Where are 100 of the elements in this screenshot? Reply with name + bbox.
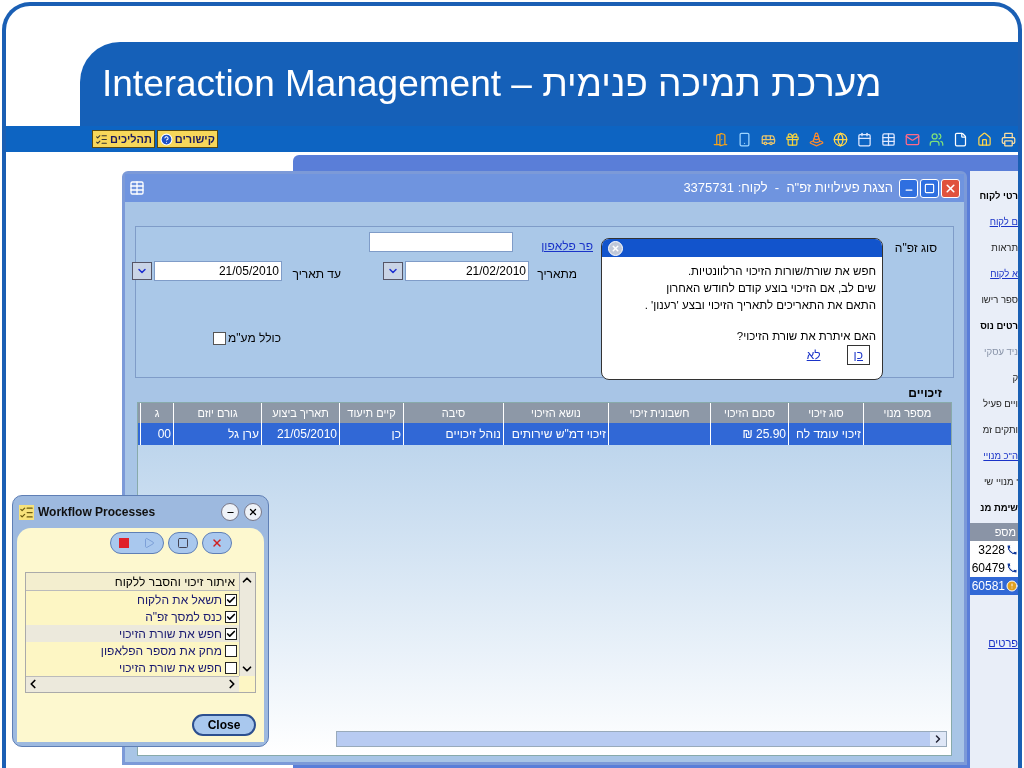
column-header: מספ bbox=[970, 523, 1018, 541]
calendar-icon[interactable] bbox=[857, 131, 872, 147]
play-icon bbox=[142, 537, 155, 549]
checkbox[interactable] bbox=[225, 627, 237, 640]
table-icon[interactable] bbox=[881, 131, 896, 147]
dropdown-button[interactable] bbox=[132, 262, 152, 280]
section-title: זיכויים bbox=[908, 385, 942, 402]
checkbox-label: כולל מע"מ bbox=[228, 330, 281, 347]
house-icon[interactable] bbox=[977, 131, 992, 147]
no-link[interactable]: לא bbox=[806, 346, 821, 364]
process-step[interactable]: חפש את שורת הזיכוי bbox=[26, 659, 239, 676]
vertical-scrollbar[interactable] bbox=[239, 573, 255, 676]
checkbox[interactable] bbox=[225, 661, 237, 674]
step-label: תשאל את הלקוח bbox=[137, 591, 222, 609]
close-button[interactable] bbox=[244, 503, 262, 521]
date-field[interactable]: 21/05/2010 bbox=[154, 261, 282, 281]
close-icon bbox=[611, 243, 620, 253]
checkbox[interactable] bbox=[213, 331, 227, 345]
table-cell: 25.90 ₪ bbox=[710, 423, 788, 445]
gift-icon[interactable] bbox=[785, 131, 800, 147]
phone-icon bbox=[1006, 562, 1018, 574]
toolbar-button[interactable]: קישורים bbox=[156, 130, 218, 148]
minimize-button[interactable] bbox=[221, 503, 239, 521]
process-step[interactable]: תשאל את הלקוח bbox=[26, 591, 239, 608]
side-label: שימת מנ bbox=[980, 501, 1018, 515]
checklist-icon bbox=[19, 504, 34, 520]
cross-icon bbox=[210, 537, 223, 549]
subscriber-number: 60479 bbox=[971, 560, 1005, 577]
close-icon bbox=[248, 507, 258, 517]
side-link[interactable]: ה"כ מנויי bbox=[983, 443, 1018, 469]
globe-icon[interactable] bbox=[833, 131, 848, 147]
slide-title: Interaction Management – מערכת תמיכה פנימית bbox=[102, 62, 882, 107]
delete-button[interactable] bbox=[201, 532, 232, 554]
step-label: כנס למסך זפ"ה bbox=[145, 608, 222, 626]
close-button[interactable]: Close bbox=[192, 714, 256, 736]
save-button[interactable] bbox=[167, 532, 198, 554]
toolbar-button[interactable]: תהליכים bbox=[92, 130, 155, 148]
panel-title: Workflow Processes bbox=[38, 504, 156, 521]
traffic-cone-icon[interactable] bbox=[809, 131, 824, 147]
subscriber-number: 60581 bbox=[971, 578, 1005, 595]
horizontal-scrollbar[interactable] bbox=[336, 731, 947, 747]
table-cell: זיכוי עומד לח bbox=[788, 423, 863, 445]
door-icon[interactable] bbox=[713, 131, 728, 147]
phone-icon[interactable] bbox=[737, 131, 752, 147]
process-step[interactable]: מחק את מספר הפלאפון bbox=[26, 642, 239, 659]
maximize-icon bbox=[924, 182, 935, 194]
side-link[interactable]: א לקוח bbox=[990, 261, 1018, 287]
close-icon bbox=[944, 181, 957, 195]
field-label: עד תאריך bbox=[292, 266, 341, 283]
step-label: חפש את שורת הזיכוי bbox=[119, 625, 222, 643]
date-field[interactable]: 21/02/2010 bbox=[405, 261, 529, 281]
process-title: איתור זיכוי והסבר ללקוח bbox=[26, 573, 239, 591]
subscriber-row[interactable]: 60581 bbox=[970, 577, 1018, 595]
subscriber-number: 3228 bbox=[978, 542, 1005, 559]
phone-link[interactable]: פר פלאפון bbox=[541, 237, 593, 255]
side-label: רטי לקוח bbox=[979, 189, 1018, 203]
side-label: ' מנויי שי bbox=[983, 475, 1018, 489]
side-label: ק bbox=[1012, 371, 1018, 385]
process-step[interactable]: חפש את שורת הזיכוי bbox=[26, 625, 239, 642]
checkbox[interactable] bbox=[225, 593, 237, 606]
hint-question: האם איתרת את שורת הזיכוי? bbox=[735, 329, 876, 344]
table-cell: ערן גל bbox=[173, 423, 261, 445]
table-cell: כן bbox=[339, 423, 403, 445]
phone-field[interactable] bbox=[369, 232, 513, 252]
field-label: סוג זפ"ה bbox=[894, 240, 937, 257]
users-icon[interactable] bbox=[929, 131, 944, 147]
window-title: הצגת פעילויות זפ"ה - לקוח: 3375731 bbox=[683, 179, 893, 198]
dropdown-button[interactable] bbox=[383, 262, 403, 280]
file-icon[interactable] bbox=[953, 131, 968, 147]
hint-text: שים לב, אם הזיכוי בוצע קודם לחודש האחרון bbox=[665, 281, 876, 296]
side-label: ניד עסקי bbox=[984, 345, 1018, 359]
step-label: מחק את מספר הפלאפון bbox=[100, 642, 222, 660]
field-label: מתאריך bbox=[537, 266, 577, 283]
subscriber-row[interactable]: 3228 bbox=[970, 541, 1018, 559]
process-step[interactable]: כנס למסך זפ"ה bbox=[26, 608, 239, 625]
maximize-button[interactable] bbox=[920, 178, 939, 198]
hint-text: התאם את התאריכים לתאריך הזיכוי ובצע 'רענון' . bbox=[643, 298, 876, 313]
side-label: ותקים זמ bbox=[982, 423, 1018, 437]
step-label: חפש את שורת הזיכוי bbox=[119, 659, 222, 677]
checklist-icon bbox=[95, 132, 108, 146]
checkbox[interactable] bbox=[225, 644, 237, 657]
side-label: ויים פעיל bbox=[982, 397, 1018, 411]
table-cell: זיכוי דמ"ש שירותים bbox=[503, 423, 608, 445]
help-icon bbox=[159, 132, 173, 146]
horizontal-scrollbar[interactable] bbox=[26, 676, 239, 692]
hint-text: חפש את שורת/שורות הזיכוי הרלוונטיות. bbox=[686, 264, 876, 279]
printer-icon[interactable] bbox=[1001, 131, 1016, 147]
side-link[interactable]: ם לקוח bbox=[989, 209, 1018, 235]
yes-link[interactable]: כן bbox=[846, 345, 870, 365]
table-cell: 21/05/2010 bbox=[261, 423, 339, 445]
subscriber-row[interactable]: 60479 bbox=[970, 559, 1018, 577]
side-label: רטים נוס bbox=[980, 319, 1018, 333]
details-link[interactable]: פרטים bbox=[970, 635, 1018, 652]
stop-icon bbox=[118, 538, 129, 548]
table-cell: 00 bbox=[140, 423, 173, 445]
warning-icon bbox=[1006, 580, 1018, 592]
side-label: תראות bbox=[991, 241, 1018, 255]
side-label: ספר רישו bbox=[981, 293, 1018, 307]
table-cell: נוהל זיכויים bbox=[403, 423, 503, 445]
checkbox[interactable] bbox=[225, 610, 237, 623]
